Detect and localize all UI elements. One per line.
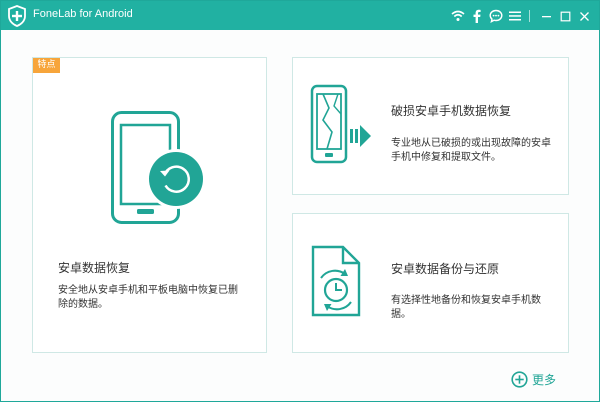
wifi-icon[interactable] <box>449 8 466 25</box>
card-description-line: 有选择性地备份和恢复安卓手机数 <box>391 295 541 306</box>
card-description-line: 据。 <box>391 309 411 320</box>
maximize-icon[interactable] <box>557 8 574 25</box>
broken-phone-recovery-card[interactable]: 破损安卓手机数据恢复 专业地从已破损的或出现故障的安卓 手机中修复和提取文件。 <box>292 57 569 195</box>
plus-circle-icon <box>511 370 528 388</box>
card-title: 破损安卓手机数据恢复 <box>391 104 512 118</box>
more-button[interactable]: 更多 <box>511 369 556 389</box>
chat-icon[interactable] <box>487 8 504 25</box>
card-title: 安卓数据备份与还原 <box>391 262 500 276</box>
card-description-line: 专业地从已破损的或出现故障的安卓 <box>391 138 551 149</box>
backup-file-icon <box>311 245 361 317</box>
title-bar: FoneLab for Android <box>1 1 599 30</box>
broken-phone-icon <box>310 84 378 166</box>
facebook-icon[interactable] <box>468 8 485 25</box>
app-title: FoneLab for Android <box>33 8 133 20</box>
title-bar-controls <box>447 7 593 25</box>
card-description: 有选择性地备份和恢复安卓手机数 据。 <box>391 294 566 322</box>
minimize-icon[interactable] <box>538 8 555 25</box>
card-description-line: 除的数据。 <box>58 299 108 310</box>
card-title: 安卓数据恢复 <box>58 261 131 275</box>
menu-icon[interactable] <box>506 8 523 25</box>
phone-restore-icon <box>111 111 221 226</box>
card-description: 安全地从安卓手机和平板电脑中恢复已删 除的数据。 <box>58 284 263 312</box>
card-description-line: 安全地从安卓手机和平板电脑中恢复已删 <box>58 285 238 296</box>
app-window: FoneLab for Android 特点 安卓数据恢复 安全地从安卓手机和平… <box>0 0 600 402</box>
title-bar-divider <box>529 10 530 22</box>
backup-restore-card[interactable]: 安卓数据备份与还原 有选择性地备份和恢复安卓手机数 据。 <box>292 213 569 353</box>
card-description-line: 手机中修复和提取文件。 <box>391 152 501 163</box>
feature-badge: 特点 <box>33 58 60 73</box>
card-description: 专业地从已破损的或出现故障的安卓 手机中修复和提取文件。 <box>391 137 566 165</box>
app-logo-icon <box>6 5 28 27</box>
more-label: 更多 <box>532 372 557 387</box>
android-data-recovery-card[interactable]: 特点 安卓数据恢复 安全地从安卓手机和平板电脑中恢复已删 除的数据。 <box>32 57 267 353</box>
close-icon[interactable] <box>576 8 593 25</box>
